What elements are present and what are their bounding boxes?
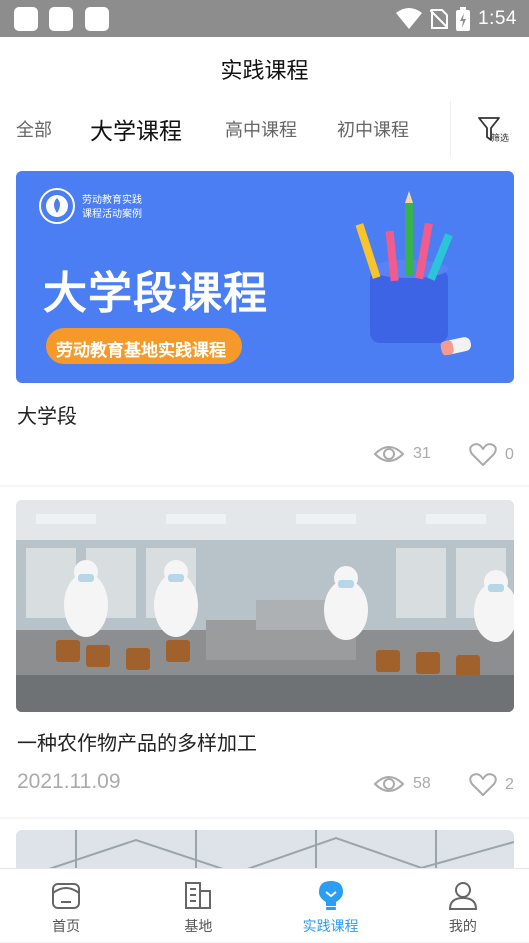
eye-icon	[373, 446, 405, 462]
like-count[interactable]: 2	[469, 773, 514, 797]
banner-pill-text: 劳动教育基地实践课程	[56, 341, 226, 361]
user-icon	[448, 882, 477, 910]
notification-icon	[14, 7, 38, 31]
like-count[interactable]: 0	[469, 443, 514, 467]
heart-icon	[469, 443, 497, 466]
course-date: 2021.11.09	[17, 770, 121, 793]
notification-icon	[85, 7, 109, 31]
course-photo	[16, 830, 514, 868]
banner-logo-text-1: 劳动教育实践	[82, 195, 142, 206]
nav-mine-label: 我的	[448, 919, 477, 935]
nav-base-label: 基地	[184, 919, 213, 935]
view-count: 31	[373, 443, 431, 465]
pencil-cup-illustration	[355, 191, 472, 356]
tab-university[interactable]: 大学课程	[90, 101, 182, 157]
nav-mine[interactable]: 我的	[397, 869, 529, 943]
no-sim-icon	[430, 9, 449, 29]
filter-label: 筛选	[491, 134, 510, 144]
app-header: 实践课程	[0, 37, 529, 101]
nav-base[interactable]: 基地	[132, 869, 264, 943]
course-banner-image: 劳动教育实践 课程活动案例 大学段课程 劳动教育基地实践课程	[16, 171, 514, 383]
course-title: 一种农作物产品的多样加工	[17, 731, 257, 755]
nav-home[interactable]: 首页	[0, 869, 132, 943]
banner-headline: 大学段课程	[43, 268, 268, 319]
tab-high-school[interactable]: 高中课程	[225, 101, 297, 157]
view-count-value: 58	[413, 775, 431, 792]
page-title: 实践课程	[220, 59, 309, 84]
bottom-navigation: 首页 基地 实践课程 我的	[0, 868, 529, 942]
like-count-value: 2	[505, 776, 514, 793]
nav-practice-label: 实践课程	[302, 919, 359, 935]
wifi-icon	[396, 8, 423, 29]
eye-icon	[373, 776, 405, 792]
course-title: 大学段	[17, 404, 77, 428]
banner-logo-text-2: 课程活动案例	[82, 209, 142, 220]
lightbulb-icon	[318, 881, 343, 910]
battery-icon	[456, 7, 471, 31]
nav-practice-courses[interactable]: 实践课程	[265, 869, 397, 943]
like-count-value: 0	[505, 446, 514, 463]
filter-button[interactable]: 筛选	[450, 101, 529, 157]
nav-home-label: 首页	[52, 919, 81, 935]
status-bar: 1:54	[0, 0, 529, 37]
course-card[interactable]: 一种农作物产品的多样加工 2021.11.09 58 2	[0, 487, 529, 817]
building-icon	[185, 882, 212, 909]
course-card[interactable]: 劳动教育实践 课程活动案例 大学段课程 劳动教育基地实践课程 大学段 31 0	[0, 157, 529, 485]
heart-icon	[469, 773, 497, 796]
status-time: 1:54	[478, 8, 517, 29]
course-photo	[16, 500, 514, 712]
tab-all[interactable]: 全部	[16, 101, 52, 157]
course-list: 劳动教育实践 课程活动案例 大学段课程 劳动教育基地实践课程 大学段 31 0	[0, 157, 529, 868]
view-count-value: 31	[413, 445, 431, 462]
notification-icon	[49, 7, 73, 31]
home-icon	[52, 883, 81, 909]
tab-middle-school[interactable]: 初中课程	[337, 101, 409, 157]
view-count: 58	[373, 773, 431, 795]
category-tabs: 全部 大学课程 高中课程 初中课程 筛选	[0, 101, 529, 157]
course-card[interactable]	[0, 819, 529, 868]
